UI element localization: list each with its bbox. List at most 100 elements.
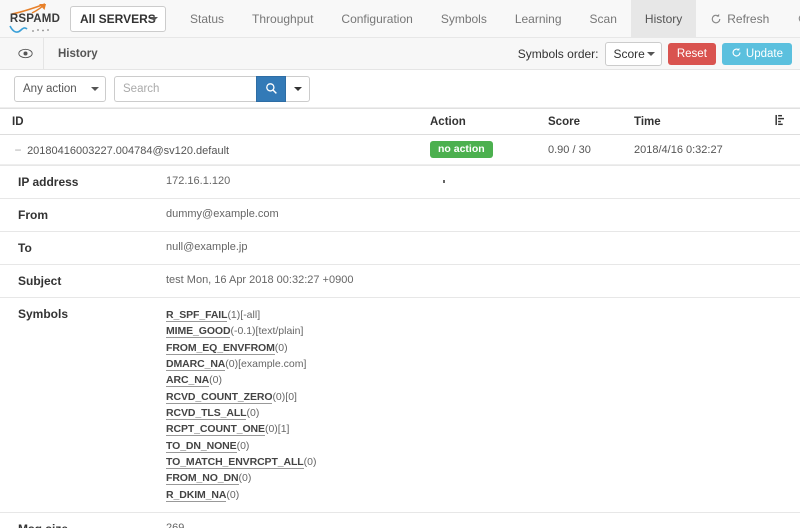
cursor-dot-marker [443, 180, 445, 183]
symbols-order-label: Symbols order: [517, 46, 599, 61]
nav-item-status[interactable]: Status [176, 0, 238, 37]
server-selector[interactable]: All SERVERS [70, 5, 166, 32]
history-table: ID Action Score Time − 20180416003227.00… [0, 108, 800, 166]
eye-icon[interactable] [8, 38, 44, 69]
refresh-icon [710, 13, 722, 25]
column-header-id[interactable]: ID [0, 108, 424, 135]
nav-item-configuration[interactable]: Configuration [327, 0, 426, 37]
search-icon [265, 83, 277, 94]
filter-bar: Any action [0, 70, 800, 108]
row-detail-panel: IP address 172.16.1.120 From dummy@examp… [0, 165, 800, 528]
reset-button-label: Reset [676, 47, 707, 60]
detail-label: Subject [0, 264, 160, 299]
detail-row-symbols: Symbols R_SPF_FAIL(1)[-all] MIME_GOOD(-0… [0, 297, 800, 513]
detail-table: IP address 172.16.1.120 From dummy@examp… [0, 165, 800, 528]
symbol-item: RCPT_COUNT_ONE(0)[1] [166, 421, 794, 437]
symbol-name[interactable]: TO_DN_NONE [166, 439, 237, 453]
symbol-name[interactable]: R_SPF_FAIL [166, 309, 228, 323]
symbol-meta: (-0.1)[text/plain] [230, 325, 304, 338]
reset-button[interactable]: Reset [667, 42, 716, 65]
nav-item-label: Configuration [341, 11, 413, 26]
symbol-name[interactable]: FROM_EQ_ENVFROM [166, 341, 275, 355]
symbol-meta: (0) [209, 374, 222, 387]
detail-row-to: To null@example.jp [0, 231, 800, 266]
history-table-body: − 20180416003227.004784@sv120.default no… [0, 134, 800, 166]
symbol-meta: (0) [226, 488, 240, 501]
nav-item-label: Symbols [440, 11, 487, 26]
refresh-icon [731, 47, 742, 61]
symbol-meta: (0) [303, 455, 317, 468]
symbol-name[interactable]: RCPT_COUNT_ONE [166, 423, 265, 437]
detail-value: dummy@example.com [160, 198, 800, 233]
symbol-name[interactable]: TO_MATCH_ENVRCPT_ALL [166, 455, 304, 469]
nav-item-disconnect[interactable]: Disconnect [783, 0, 800, 37]
symbol-meta: (0)[1] [264, 423, 290, 436]
column-header-time[interactable]: Time [628, 108, 758, 135]
action-filter-select[interactable]: Any action [14, 75, 106, 102]
chevron-down-icon [293, 86, 302, 91]
row-id-cell: − 20180416003227.004784@sv120.default [0, 134, 424, 166]
symbol-meta: (1)[-all] [227, 309, 261, 322]
nav-items: Status Throughput Configuration Symbols … [176, 0, 800, 37]
update-button-label: Update [745, 47, 783, 60]
detail-value: null@example.jp [160, 231, 800, 266]
symbol-meta: (0) [238, 472, 252, 485]
top-navbar: RSPAMD All SERVERS Status Throughput Con… [0, 0, 800, 38]
nav-item-symbols[interactable]: Symbols [427, 0, 501, 37]
brand-logo[interactable]: RSPAMD [0, 0, 66, 37]
row-score-cell: 0.90 / 30 [542, 134, 628, 166]
symbol-item: ARC_NA(0) [166, 372, 794, 388]
symbol-name[interactable]: R_DKIM_NA [166, 488, 226, 502]
breadcrumb: History [58, 47, 98, 60]
nav-item-history[interactable]: History [630, 0, 697, 37]
symbol-item: RCVD_TLS_ALL(0) [166, 405, 794, 421]
search-options-button[interactable] [286, 75, 310, 102]
symbols-order-value: Score [613, 46, 645, 61]
logo-swoosh-icon [9, 25, 49, 33]
column-header-sort[interactable] [758, 108, 800, 135]
nav-item-throughput[interactable]: Throughput [238, 0, 327, 37]
nav-item-scan[interactable]: Scan [576, 0, 631, 37]
row-time-cell: 2018/4/16 0:32:27 [628, 134, 758, 166]
symbol-item: R_DKIM_NA(0) [166, 487, 794, 503]
column-header-score[interactable]: Score [542, 108, 628, 135]
symbol-meta: (0)[0] [272, 390, 297, 403]
symbol-name[interactable]: FROM_NO_DN [166, 472, 239, 486]
server-selector-label: All SERVERS [80, 11, 156, 26]
nav-item-label: Status [190, 11, 225, 26]
detail-label: IP address [0, 165, 160, 200]
panel-header: History Symbols order: Score Reset Updat… [0, 38, 800, 70]
update-button[interactable]: Update [721, 42, 792, 65]
symbol-name[interactable]: ARC_NA [166, 374, 209, 388]
symbol-name[interactable]: RCVD_COUNT_ZERO [166, 390, 273, 404]
table-row[interactable]: − 20180416003227.004784@sv120.default no… [0, 134, 800, 166]
nav-right-group: Refresh Disconnect [696, 0, 800, 37]
symbol-item: TO_DN_NONE(0) [166, 438, 794, 454]
column-header-action[interactable]: Action [424, 108, 542, 135]
row-spacer-cell [758, 134, 800, 166]
nav-item-refresh[interactable]: Refresh [696, 0, 783, 37]
symbols-order-select[interactable]: Score [604, 41, 662, 66]
symbol-item: FROM_EQ_ENVFROM(0) [166, 340, 794, 356]
detail-row-subject: Subject test Mon, 16 Apr 2018 00:32:27 +… [0, 264, 800, 299]
chevron-down-icon [646, 51, 655, 56]
detail-label: Symbols [0, 297, 160, 513]
search-input[interactable] [114, 75, 256, 102]
symbol-name[interactable]: MIME_GOOD [166, 325, 231, 339]
search-button[interactable] [256, 75, 286, 102]
detail-value: test Mon, 16 Apr 2018 00:32:27 +0900 [160, 264, 800, 299]
symbol-meta: (0) [274, 341, 288, 354]
symbol-item: DMARC_NA(0)[example.com] [166, 356, 794, 372]
detail-row-from: From dummy@example.com [0, 198, 800, 233]
symbol-name[interactable]: DMARC_NA [166, 358, 225, 371]
row-collapse-toggle[interactable]: − [12, 143, 24, 157]
nav-item-label: Throughput [252, 11, 314, 26]
symbol-item: MIME_GOOD(-0.1)[text/plain] [166, 323, 794, 339]
symbol-item: TO_MATCH_ENVRCPT_ALL(0) [166, 454, 794, 470]
nav-item-label: Refresh [727, 11, 770, 26]
symbol-name[interactable]: RCVD_TLS_ALL [166, 406, 247, 420]
panel-header-actions: Symbols order: Score Reset Update [518, 38, 800, 69]
search-group [114, 75, 310, 102]
symbol-meta: (0) [246, 406, 260, 419]
nav-item-learning[interactable]: Learning [501, 0, 576, 37]
